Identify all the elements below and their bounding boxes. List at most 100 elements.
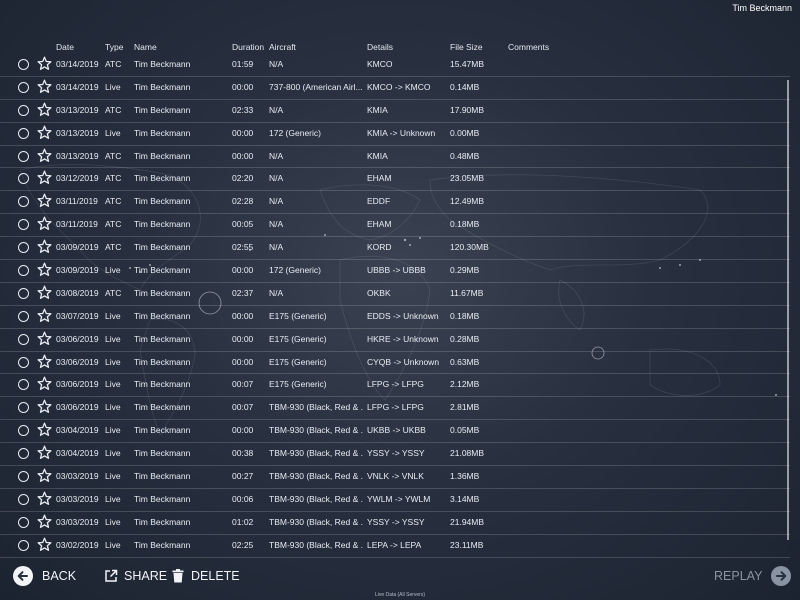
cell-file-size: 0.18MB <box>450 310 480 321</box>
cell-type: Live <box>105 81 121 92</box>
star-outline-icon[interactable] <box>37 285 52 300</box>
radio-circle-icon[interactable] <box>18 448 29 460</box>
cell-date: 03/09/2019 <box>56 242 99 253</box>
header-file-size[interactable]: File Size <box>450 42 483 52</box>
table-row[interactable]: 03/03/2019 Live Tim Beckmann 01:02 TBM-930 (… <box>0 512 790 535</box>
cell-date: 03/06/2019 <box>56 356 99 367</box>
cell-file-size: 0.18MB <box>450 219 480 230</box>
header-name[interactable]: Name <box>134 42 157 52</box>
share-button[interactable]: SHARE <box>104 566 167 586</box>
star-outline-icon[interactable] <box>37 125 52 140</box>
header-comments[interactable]: Comments <box>508 42 549 52</box>
header-type[interactable]: Type <box>105 42 123 52</box>
header-aircraft[interactable]: Aircraft <box>269 42 296 52</box>
radio-circle-icon[interactable] <box>18 356 29 368</box>
star-outline-icon[interactable] <box>37 445 52 460</box>
cell-file-size: 0.63MB <box>450 356 480 367</box>
replay-button[interactable]: REPLAY <box>714 566 792 586</box>
table-row[interactable]: 03/11/2019 ATC Tim Beckmann 00:05 N/A EHAM 0.1… <box>0 214 790 238</box>
radio-circle-icon[interactable] <box>18 539 29 551</box>
star-outline-icon[interactable] <box>37 331 52 346</box>
table-row[interactable]: 03/13/2019 ATC Tim Beckmann 02:33 N/A KMIA 17.… <box>0 100 790 123</box>
star-outline-icon[interactable] <box>37 514 52 529</box>
radio-circle-icon[interactable] <box>18 59 29 70</box>
cell-file-size: 0.00MB <box>450 127 480 138</box>
cell-name: Tim Beckmann <box>134 402 191 413</box>
cell-date: 03/06/2019 <box>56 379 99 390</box>
radio-circle-icon[interactable] <box>18 379 29 391</box>
star-outline-icon[interactable] <box>37 193 52 208</box>
header-details[interactable]: Details <box>367 42 393 52</box>
cell-date: 03/04/2019 <box>56 425 99 436</box>
radio-circle-icon[interactable] <box>18 242 29 254</box>
radio-circle-icon[interactable] <box>18 173 29 185</box>
star-outline-icon[interactable] <box>37 308 52 323</box>
star-outline-icon[interactable] <box>37 422 52 437</box>
table-row[interactable]: 03/14/2019 Live Tim Beckmann 00:00 737-800 (… <box>0 77 790 100</box>
radio-circle-icon[interactable] <box>18 196 29 208</box>
radio-circle-icon[interactable] <box>18 493 29 505</box>
table-row[interactable]: 03/13/2019 Live Tim Beckmann 00:00 172 (Gene… <box>0 123 790 146</box>
table-row[interactable]: 03/04/2019 Live Tim Beckmann 00:00 TBM-930 (… <box>0 420 790 444</box>
star-outline-icon[interactable] <box>37 537 52 552</box>
table-row[interactable]: 03/12/2019 ATC Tim Beckmann 02:20 N/A EHAM 23.… <box>0 168 790 192</box>
star-outline-icon[interactable] <box>37 354 52 369</box>
star-outline-icon[interactable] <box>37 376 52 391</box>
table-row[interactable]: 03/08/2019 ATC Tim Beckmann 02:37 N/A OKBK 11.… <box>0 283 790 306</box>
star-outline-icon[interactable] <box>37 399 52 414</box>
star-outline-icon[interactable] <box>37 216 52 231</box>
star-outline-icon[interactable] <box>37 262 52 277</box>
table-row[interactable]: 03/04/2019 Live Tim Beckmann 00:38 TBM-930 (… <box>0 443 790 467</box>
back-button[interactable]: BACK <box>12 566 76 586</box>
star-outline-icon[interactable] <box>37 56 52 71</box>
cell-duration: 02:20 <box>232 173 254 184</box>
table-row[interactable]: 03/09/2019 Live Tim Beckmann 00:00 172 (Gene… <box>0 260 790 283</box>
radio-circle-icon[interactable] <box>18 219 29 231</box>
cell-type: Live <box>105 471 121 482</box>
delete-button[interactable]: DELETE <box>172 566 240 586</box>
radio-circle-icon[interactable] <box>18 81 29 93</box>
radio-circle-icon[interactable] <box>18 265 29 277</box>
cell-type: ATC <box>105 173 122 184</box>
table-row[interactable]: 03/03/2019 Live Tim Beckmann 00:06 TBM-930 (… <box>0 489 790 512</box>
radio-circle-icon[interactable] <box>18 425 29 437</box>
table-row[interactable]: 03/06/2019 Live Tim Beckmann 00:07 E175 (Gen… <box>0 374 790 398</box>
radio-circle-icon[interactable] <box>18 127 29 139</box>
cell-date: 03/13/2019 <box>56 150 99 161</box>
cell-date: 03/14/2019 <box>56 59 99 69</box>
star-outline-icon[interactable] <box>37 239 52 254</box>
table-row[interactable]: 03/06/2019 Live Tim Beckmann 00:00 E175 (Gen… <box>0 329 790 352</box>
table-row[interactable]: 03/06/2019 Live Tim Beckmann 00:00 E175 (Gen… <box>0 352 790 375</box>
cell-name: Tim Beckmann <box>134 150 191 161</box>
table-row[interactable]: 03/14/2019 ATC Tim Beckmann 01:59 N/A KMCO 15.… <box>0 54 790 77</box>
radio-circle-icon[interactable] <box>18 104 29 116</box>
star-outline-icon[interactable] <box>37 102 52 117</box>
table-row[interactable]: 03/13/2019 ATC Tim Beckmann 00:00 N/A KMIA 0.4… <box>0 146 790 169</box>
scrollbar[interactable] <box>787 80 789 540</box>
cell-file-size: 0.28MB <box>450 333 480 344</box>
radio-circle-icon[interactable] <box>18 150 29 162</box>
table-row[interactable]: 03/11/2019 ATC Tim Beckmann 02:28 N/A EDDF 12.… <box>0 191 790 215</box>
radio-circle-icon[interactable] <box>18 516 29 528</box>
cell-aircraft: N/A <box>269 59 284 69</box>
radio-circle-icon[interactable] <box>18 287 29 299</box>
cell-details: EHAM <box>367 219 392 230</box>
table-row[interactable]: 03/03/2019 Live Tim Beckmann 00:27 TBM-930 (… <box>0 466 790 489</box>
header-date[interactable]: Date <box>56 42 74 52</box>
radio-circle-icon[interactable] <box>18 310 29 322</box>
radio-circle-icon[interactable] <box>18 333 29 345</box>
star-outline-icon[interactable] <box>37 79 52 94</box>
radio-circle-icon[interactable] <box>18 402 29 414</box>
table-row[interactable]: 03/06/2019 Live Tim Beckmann 00:07 TBM-930 (… <box>0 397 790 421</box>
cell-name: Tim Beckmann <box>134 471 191 482</box>
star-outline-icon[interactable] <box>37 170 52 185</box>
star-outline-icon[interactable] <box>37 148 52 163</box>
radio-circle-icon[interactable] <box>18 471 29 483</box>
header-duration[interactable]: Duration <box>232 42 264 52</box>
table-row[interactable]: 03/07/2019 Live Tim Beckmann 00:00 E175 (Gen… <box>0 306 790 329</box>
cell-type: ATC <box>105 104 122 115</box>
table-row[interactable]: 03/02/2019 Live Tim Beckmann 02:25 TBM-930 (… <box>0 535 790 558</box>
star-outline-icon[interactable] <box>37 468 52 483</box>
table-row[interactable]: 03/09/2019 ATC Tim Beckmann 02:55 N/A KORD 120… <box>0 237 790 261</box>
star-outline-icon[interactable] <box>37 491 52 506</box>
